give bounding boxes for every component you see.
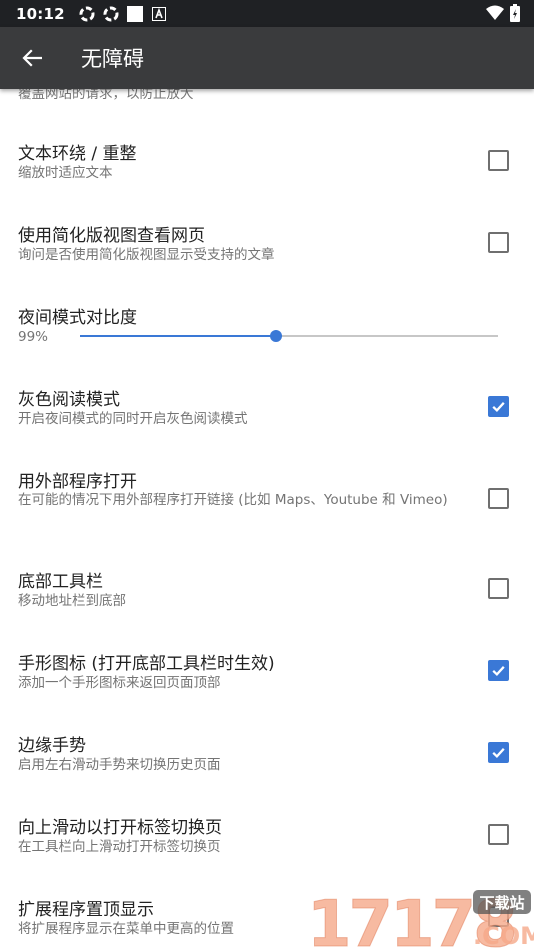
setting-title: 灰色阅读模式 <box>18 390 120 410</box>
setting-subtitle: 启用左右滑动手势来切换历史页面 <box>18 757 221 773</box>
setting-checkbox[interactable] <box>488 232 509 253</box>
setting-checkbox[interactable] <box>488 150 509 171</box>
setting-title: 文本环绕 / 重整 <box>18 144 137 164</box>
page-title: 无障碍 <box>81 47 144 71</box>
arrow-back-icon <box>22 49 42 67</box>
setting-hand-icon[interactable]: 手形图标 (打开底部工具栏时生效) 添加一个手形图标来返回页面顶部 <box>0 629 534 711</box>
setting-checkbox[interactable] <box>488 824 509 845</box>
setting-title: 底部工具栏 <box>18 572 103 592</box>
back-button[interactable] <box>2 27 62 89</box>
setting-title: 使用简化版视图查看网页 <box>18 226 205 246</box>
setting-title: 边缘手势 <box>18 736 86 756</box>
setting-gray-reading[interactable]: 灰色阅读模式 开启夜间模式的同时开启灰色阅读模式 <box>0 365 534 447</box>
setting-checkbox[interactable] <box>488 578 509 599</box>
partial-setting-subtitle: 覆盖网站的请求，以防止放大 <box>18 89 194 102</box>
setting-subtitle: 缩放时适应文本 <box>18 165 113 181</box>
checkmark-icon <box>492 666 505 677</box>
setting-checkbox[interactable] <box>488 396 509 417</box>
status-time: 10:12 <box>16 4 65 23</box>
checkmark-icon <box>492 748 505 759</box>
setting-title: 向上滑动以打开标签切换页 <box>18 818 222 838</box>
contrast-value: 99% <box>18 329 49 345</box>
setting-subtitle: 添加一个手形图标来返回页面顶部 <box>18 675 221 691</box>
setting-checkbox[interactable] <box>488 488 509 509</box>
setting-edge-gesture[interactable]: 边缘手势 启用左右滑动手势来切换历史页面 <box>0 711 534 793</box>
setting-subtitle: 在可能的情况下用外部程序打开链接 (比如 Maps、Youtube 和 Vime… <box>18 492 448 508</box>
setting-checkbox[interactable] <box>488 660 509 681</box>
setting-swipe-up-tabs[interactable]: 向上滑动以打开标签切换页 在工具栏向上滑动打开标签切换页 <box>0 793 534 875</box>
setting-subtitle: 询问是否使用简化版视图显示受支持的文章 <box>18 247 275 263</box>
sync-icon <box>79 6 95 22</box>
setting-checkbox[interactable] <box>488 906 509 927</box>
notification-icons <box>79 5 167 22</box>
setting-title: 扩展程序置顶显示 <box>18 900 154 920</box>
system-icons <box>486 4 520 26</box>
battery-icon <box>510 4 520 26</box>
app-a-icon <box>151 6 167 22</box>
setting-bottom-toolbar[interactable]: 底部工具栏 移动地址栏到底部 <box>0 547 534 629</box>
setting-subtitle: 将扩展程序显示在菜单中更高的位置 <box>18 921 234 937</box>
setting-title: 手形图标 (打开底部工具栏时生效) <box>18 654 275 674</box>
app-bar: 无障碍 <box>0 27 534 89</box>
setting-external-app[interactable]: 用外部程序打开 在可能的情况下用外部程序打开链接 (比如 Maps、Youtub… <box>0 447 534 549</box>
setting-subtitle: 开启夜间模式的同时开启灰色阅读模式 <box>18 411 248 427</box>
setting-extensions-top[interactable]: 扩展程序置顶显示 将扩展程序显示在菜单中更高的位置 <box>0 875 534 950</box>
contrast-slider[interactable] <box>80 330 498 342</box>
setting-title: 夜间模式对比度 <box>18 308 137 328</box>
setting-title: 用外部程序打开 <box>18 472 137 492</box>
status-bar: 10:12 <box>0 0 534 27</box>
checkmark-icon <box>492 402 505 413</box>
setting-checkbox[interactable] <box>488 742 509 763</box>
square-icon <box>126 5 143 22</box>
slider-fill <box>80 335 277 337</box>
sync-icon <box>103 6 119 22</box>
setting-text-reflow[interactable]: 文本环绕 / 重整 缩放时适应文本 <box>0 119 534 201</box>
setting-subtitle: 在工具栏向上滑动打开标签切换页 <box>18 839 221 855</box>
setting-simplified-view[interactable]: 使用简化版视图查看网页 询问是否使用简化版视图显示受支持的文章 <box>0 201 534 283</box>
setting-subtitle: 移动地址栏到底部 <box>18 593 126 609</box>
setting-night-contrast: 夜间模式对比度 99% <box>0 283 534 365</box>
settings-list: 覆盖网站的请求，以防止放大 文本环绕 / 重整 缩放时适应文本 使用简化版视图查… <box>0 89 534 950</box>
wifi-icon <box>486 5 504 25</box>
slider-thumb[interactable] <box>270 330 283 342</box>
